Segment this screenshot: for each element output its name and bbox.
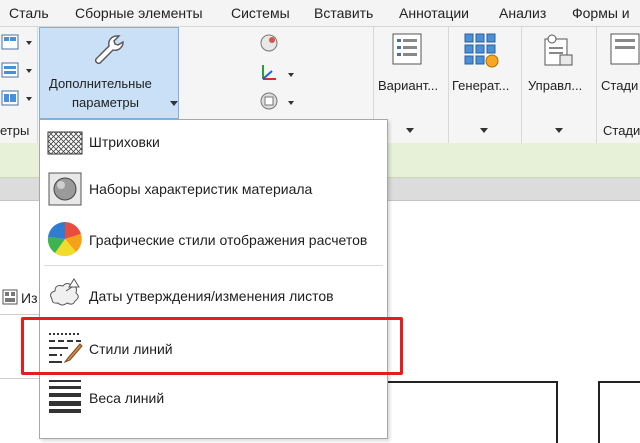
dropdown-item-label: Даты утверждения/изменения листов — [89, 288, 334, 304]
highlight-box — [21, 317, 403, 375]
menu-item-annotate[interactable]: Аннотации — [399, 5, 469, 21]
menu-item-insert[interactable]: Вставить — [314, 5, 373, 21]
generative-design-icon[interactable] — [462, 31, 502, 69]
phases-label[interactable]: Стади — [601, 78, 638, 93]
line-weights-icon — [49, 380, 81, 413]
dropdown-item-line-weights[interactable]: Веса линий — [40, 375, 387, 421]
dropdown-item-label: Штриховки — [89, 134, 160, 150]
revision-cloud-icon — [50, 278, 80, 306]
dropdown-item-label: Веса линий — [89, 390, 165, 406]
small-tool-icons-2[interactable] — [258, 31, 298, 115]
divider — [0, 314, 39, 315]
additional-settings-dropdown: Штриховки Наборы характеристик материала… — [39, 119, 388, 439]
hatch-icon — [47, 131, 83, 155]
dropdown-separator — [44, 265, 383, 266]
drawing-frame-2 — [598, 381, 640, 443]
view-icon — [2, 289, 18, 305]
dropdown-item-sheet-issues-revisions[interactable]: Даты утверждения/изменения листов — [40, 271, 387, 317]
chevron-down-icon[interactable] — [406, 128, 414, 133]
phases-icon[interactable] — [608, 31, 640, 69]
menu-bar: Сталь Сборные элементы Системы Вставить … — [0, 0, 640, 27]
small-tool-icons[interactable] — [0, 33, 36, 113]
menu-item-massing[interactable]: Формы и — [572, 5, 630, 21]
chevron-down-icon — [170, 101, 178, 106]
additional-settings-label-2: параметры — [72, 95, 139, 110]
drawing-frame — [388, 381, 558, 443]
menu-item-systems[interactable]: Системы — [231, 5, 290, 21]
dropdown-item-label: Наборы характеристик материала — [89, 181, 313, 197]
partial-label: Из — [21, 290, 38, 306]
manage-links-icon[interactable] — [540, 31, 576, 69]
phases-panel-label: Стади — [603, 123, 640, 138]
color-wheel-icon — [47, 221, 82, 257]
menu-item-precast[interactable]: Сборные элементы — [75, 5, 203, 21]
dropdown-item-label: Графические стили отображения расчетов — [89, 232, 368, 248]
dropdown-item-analysis-display-styles[interactable]: Графические стили отображения расчетов — [40, 216, 387, 262]
manage-label[interactable]: Управл... — [528, 78, 582, 93]
chevron-down-icon[interactable] — [480, 128, 488, 133]
design-options-icon[interactable] — [390, 31, 426, 67]
dropdown-item-material-assets[interactable]: Наборы характеристик материала — [40, 168, 387, 214]
material-sphere-icon — [48, 172, 82, 206]
dropdown-item-fill-patterns[interactable]: Штриховки — [40, 120, 387, 166]
divider — [0, 378, 39, 379]
menu-item-analyze[interactable]: Анализ — [499, 5, 546, 21]
chevron-down-icon[interactable] — [555, 128, 563, 133]
wrench-icon — [95, 35, 124, 64]
panel-label-params: етры — [0, 123, 30, 138]
menu-item-steel[interactable]: Сталь — [9, 5, 49, 21]
variants-label[interactable]: Вариант... — [378, 78, 438, 93]
generate-label[interactable]: Генерат... — [452, 78, 509, 93]
additional-settings-label-1: Дополнительные — [49, 76, 152, 91]
additional-settings-button[interactable]: Дополнительные параметры — [39, 27, 179, 119]
